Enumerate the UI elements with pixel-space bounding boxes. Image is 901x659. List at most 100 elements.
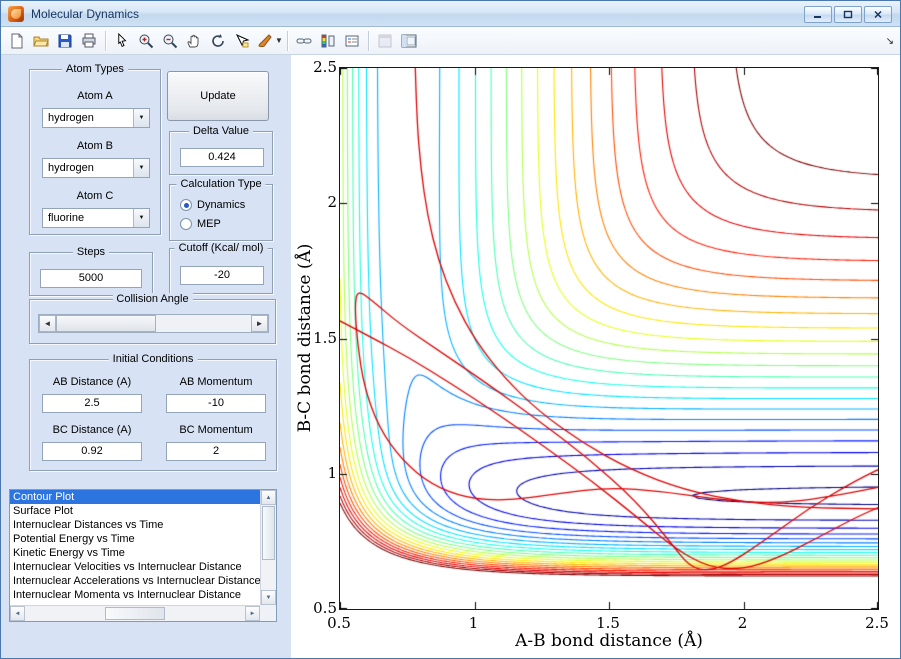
dropdown-arrow-icon[interactable]: ▼	[133, 109, 149, 127]
zoom-out-icon[interactable]	[158, 29, 182, 53]
plot-pane: A-B bond distance (Å) B-C bond distance …	[291, 55, 900, 659]
cutoff-group: Cutoff (Kcal/ mol) -20	[169, 248, 273, 294]
toolbar-separator	[287, 31, 288, 51]
delta-value-field[interactable]: 0.424	[180, 148, 264, 167]
group-title: Cutoff (Kcal/ mol)	[175, 242, 268, 254]
list-item[interactable]: Internuclear Accelerations vs Internucle…	[10, 574, 260, 588]
x-tick-label: 2	[718, 614, 768, 632]
zoom-in-icon[interactable]	[134, 29, 158, 53]
toolbar: ▼ ↘	[1, 27, 900, 55]
group-title: Collision Angle	[112, 293, 192, 305]
initial-conditions-group: Initial Conditions AB Distance (A) AB Mo…	[29, 359, 277, 471]
update-button[interactable]: Update	[167, 71, 269, 121]
ab-momentum-label: AB Momentum	[154, 376, 278, 388]
slider-right-arrow-icon[interactable]: ►	[251, 315, 268, 332]
insert-colorbar-icon[interactable]	[316, 29, 340, 53]
collision-angle-slider[interactable]: ◄ ►	[38, 314, 269, 333]
y-tick-label: 2	[299, 193, 337, 211]
bc-distance-field[interactable]: 0.92	[42, 442, 142, 461]
radio-icon	[180, 199, 192, 211]
group-title: Initial Conditions	[109, 353, 198, 365]
atom-c-dropdown[interactable]: fluorine ▼	[42, 208, 150, 228]
atom-b-dropdown[interactable]: hydrogen ▼	[42, 158, 150, 178]
insert-legend-icon[interactable]	[340, 29, 364, 53]
calculation-type-group: Calculation Type Dynamics MEP	[169, 184, 273, 241]
print-icon[interactable]	[77, 29, 101, 53]
plot-axes[interactable]	[339, 67, 879, 610]
scroll-down-icon[interactable]: ▼	[261, 590, 276, 605]
steps-field[interactable]: 5000	[40, 269, 142, 288]
hscroll-thumb[interactable]	[105, 607, 165, 620]
dropdown-arrow-icon[interactable]: ▼	[133, 209, 149, 227]
slider-thumb[interactable]	[56, 315, 156, 332]
link-plots-icon[interactable]	[292, 29, 316, 53]
show-plot-tools-icon[interactable]	[397, 29, 421, 53]
bc-momentum-label: BC Momentum	[154, 424, 278, 436]
contour-plot-canvas[interactable]	[340, 68, 878, 609]
atom-a-value: hydrogen	[48, 112, 94, 124]
bc-momentum-field[interactable]: 2	[166, 442, 266, 461]
list-item[interactable]: Potential Energy vs Time	[10, 532, 260, 546]
control-panel: Atom Types Atom A hydrogen ▼ Atom B hydr…	[1, 55, 291, 659]
radio-dynamics-label: Dynamics	[197, 199, 245, 211]
new-document-icon[interactable]	[5, 29, 29, 53]
atom-b-value: hydrogen	[48, 162, 94, 174]
y-tick-label: 1	[299, 464, 337, 482]
list-item[interactable]: Internuclear Velocities vs Internuclear …	[10, 560, 260, 574]
app-window: Molecular Dynamics	[0, 0, 901, 659]
y-tick-label: 1.5	[299, 329, 337, 347]
title-bar[interactable]: Molecular Dynamics	[1, 1, 900, 27]
data-cursor-icon[interactable]	[230, 29, 254, 53]
atom-a-label: Atom A	[30, 90, 160, 102]
steps-group: Steps 5000	[29, 252, 153, 296]
open-folder-icon[interactable]	[29, 29, 53, 53]
maximize-button[interactable]	[834, 6, 862, 23]
pan-hand-icon[interactable]	[182, 29, 206, 53]
x-axis-label: A-B bond distance (Å)	[339, 631, 879, 651]
dropdown-arrow-icon[interactable]: ▼	[133, 159, 149, 177]
toolbar-overflow-icon[interactable]: ↘	[886, 36, 894, 47]
list-item[interactable]: Internuclear Momenta vs Internuclear Dis…	[10, 588, 260, 602]
list-item[interactable]: Kinetic Energy vs Time	[10, 546, 260, 560]
toolbar-separator	[368, 31, 369, 51]
minimize-button[interactable]	[804, 6, 832, 23]
scrollbar-corner	[260, 605, 276, 621]
list-item[interactable]: Contour Plot	[10, 490, 260, 504]
vscroll-thumb[interactable]	[262, 506, 275, 560]
radio-dynamics[interactable]: Dynamics	[180, 199, 245, 211]
close-button[interactable]	[864, 6, 892, 23]
listbox-horizontal-scrollbar[interactable]: ◄ ►	[10, 605, 260, 621]
window-title: Molecular Dynamics	[31, 7, 139, 21]
slider-left-arrow-icon[interactable]: ◄	[39, 315, 56, 332]
ab-momentum-field[interactable]: -10	[166, 394, 266, 413]
radio-mep-label: MEP	[197, 218, 221, 230]
ab-distance-label: AB Distance (A)	[30, 376, 154, 388]
rotate-3d-icon[interactable]	[206, 29, 230, 53]
radio-mep[interactable]: MEP	[180, 218, 221, 230]
plot-type-listbox[interactable]: Contour PlotSurface PlotInternuclear Dis…	[9, 489, 277, 622]
save-icon[interactable]	[53, 29, 77, 53]
group-title: Delta Value	[189, 125, 253, 137]
hide-plot-tools-icon[interactable]	[373, 29, 397, 53]
scroll-up-icon[interactable]: ▲	[261, 490, 276, 505]
scroll-left-icon[interactable]: ◄	[10, 606, 25, 621]
atom-c-label: Atom C	[30, 190, 160, 202]
x-tick-label: 2.5	[852, 614, 901, 632]
edit-plot-icon[interactable]	[110, 29, 134, 53]
brush-dropdown-arrow-icon[interactable]: ▼	[275, 36, 283, 45]
scroll-right-icon[interactable]: ►	[245, 606, 260, 621]
listbox-vertical-scrollbar[interactable]: ▲ ▼	[260, 490, 276, 605]
group-title: Atom Types	[62, 63, 128, 75]
y-tick-label: 2.5	[299, 58, 337, 76]
x-tick-label: 1.5	[583, 614, 633, 632]
ab-distance-field[interactable]: 2.5	[42, 394, 142, 413]
bc-distance-label: BC Distance (A)	[30, 424, 154, 436]
x-tick-label: 1	[449, 614, 499, 632]
y-tick-label: 0.5	[299, 599, 337, 617]
cutoff-field[interactable]: -20	[180, 266, 264, 285]
list-item[interactable]: Internuclear Distances vs Time	[10, 518, 260, 532]
list-item[interactable]: Surface Plot	[10, 504, 260, 518]
atom-a-dropdown[interactable]: hydrogen ▼	[42, 108, 150, 128]
atom-types-group: Atom Types Atom A hydrogen ▼ Atom B hydr…	[29, 69, 161, 235]
matlab-icon	[8, 6, 24, 22]
